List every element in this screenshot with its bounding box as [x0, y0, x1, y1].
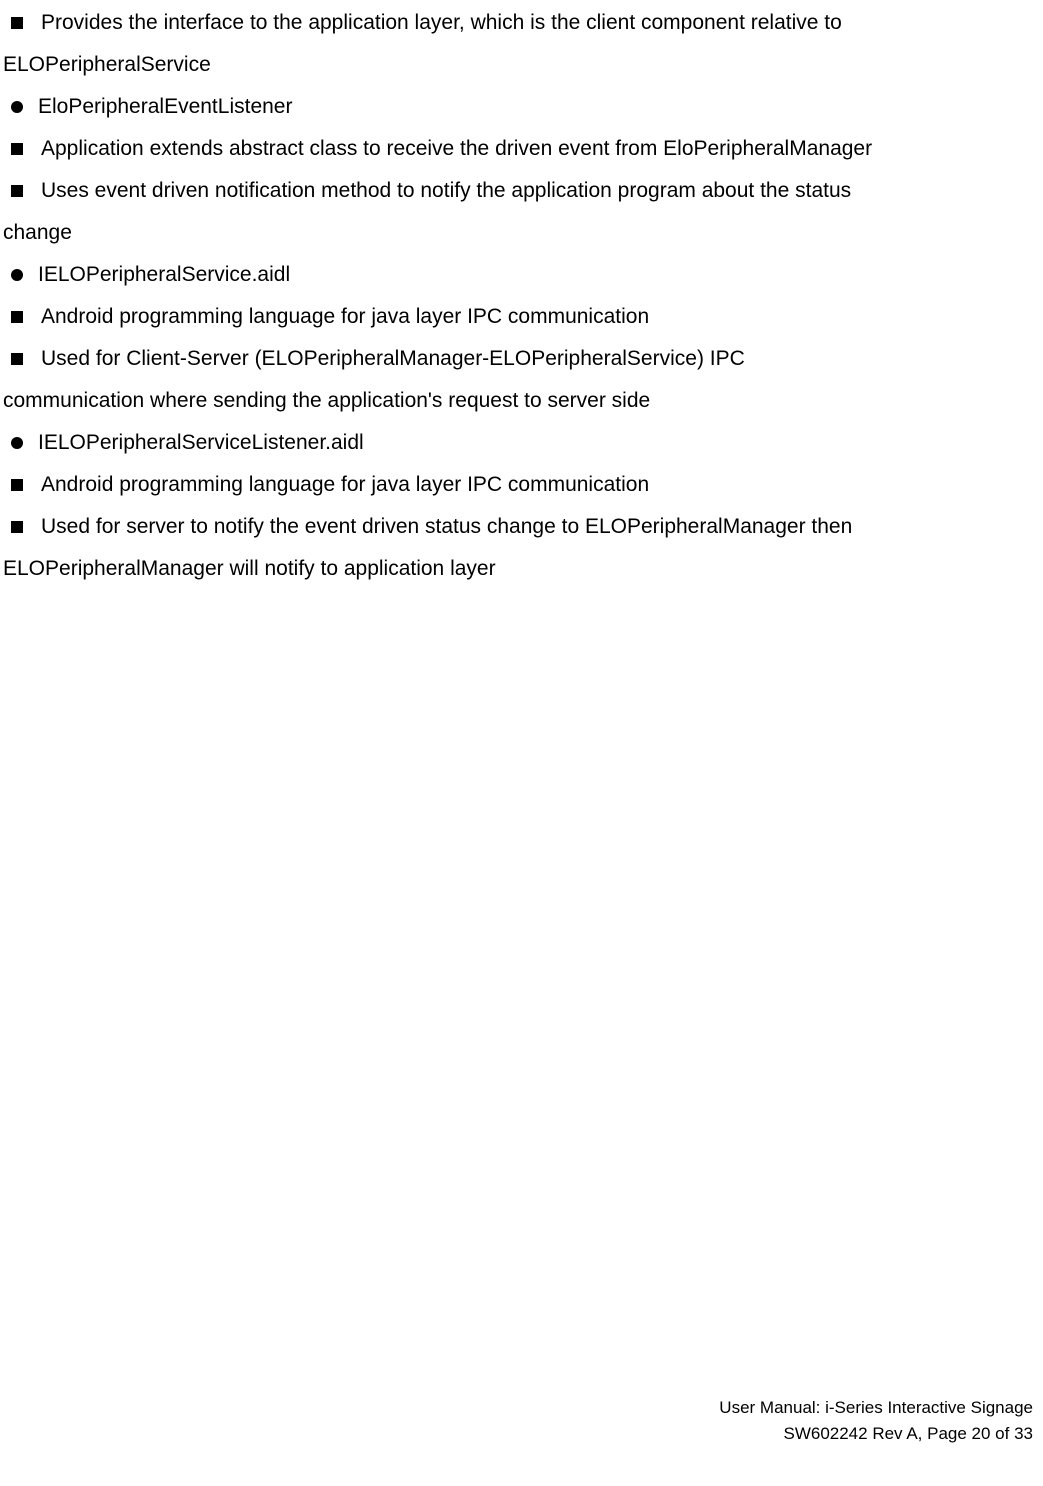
- item-text: Android programming language for java la…: [41, 464, 1033, 506]
- circle-bullet-icon: [11, 437, 23, 449]
- item-text: Used for Client-Server (ELOPeripheralMan…: [41, 338, 1033, 380]
- item-text: Application extends abstract class to re…: [41, 128, 1033, 170]
- square-bullet-icon: [11, 479, 23, 491]
- page-footer: User Manual: i-Series Interactive Signag…: [719, 1395, 1033, 1446]
- continuation-text: ELOPeripheralService: [3, 44, 1033, 86]
- circle-bullet-icon: [11, 101, 23, 113]
- item-text: Uses event driven notification method to…: [41, 170, 1033, 212]
- square-bullet-icon: [11, 521, 23, 533]
- list-item: Android programming language for java la…: [3, 464, 1033, 506]
- footer-line-1: User Manual: i-Series Interactive Signag…: [719, 1395, 1033, 1421]
- item-text: Android programming language for java la…: [41, 296, 1033, 338]
- item-text: EloPeripheralEventListener: [38, 86, 1033, 128]
- list-item: Android programming language for java la…: [3, 296, 1033, 338]
- continuation-text: communication where sending the applicat…: [3, 380, 1033, 422]
- square-bullet-icon: [11, 353, 23, 365]
- footer-line-2: SW602242 Rev A, Page 20 of 33: [719, 1421, 1033, 1447]
- square-bullet-icon: [11, 143, 23, 155]
- circle-bullet-icon: [11, 269, 23, 281]
- square-bullet-icon: [11, 311, 23, 323]
- document-content: Provides the interface to the applicatio…: [0, 0, 1043, 590]
- continuation-text: change: [3, 212, 1033, 254]
- list-item: Provides the interface to the applicatio…: [3, 2, 1033, 44]
- list-item: IELOPeripheralService.aidl: [3, 254, 1033, 296]
- item-text: IELOPeripheralServiceListener.aidl: [38, 422, 1033, 464]
- list-item: Uses event driven notification method to…: [3, 170, 1033, 212]
- item-text: Used for server to notify the event driv…: [41, 506, 1033, 548]
- square-bullet-icon: [11, 185, 23, 197]
- list-item: IELOPeripheralServiceListener.aidl: [3, 422, 1033, 464]
- list-item: Used for server to notify the event driv…: [3, 506, 1033, 548]
- square-bullet-icon: [11, 17, 23, 29]
- item-text: Provides the interface to the applicatio…: [41, 2, 1033, 44]
- item-text: IELOPeripheralService.aidl: [38, 254, 1033, 296]
- continuation-text: ELOPeripheralManager will notify to appl…: [3, 548, 1033, 590]
- list-item: Used for Client-Server (ELOPeripheralMan…: [3, 338, 1033, 380]
- list-item: EloPeripheralEventListener: [3, 86, 1033, 128]
- list-item: Application extends abstract class to re…: [3, 128, 1033, 170]
